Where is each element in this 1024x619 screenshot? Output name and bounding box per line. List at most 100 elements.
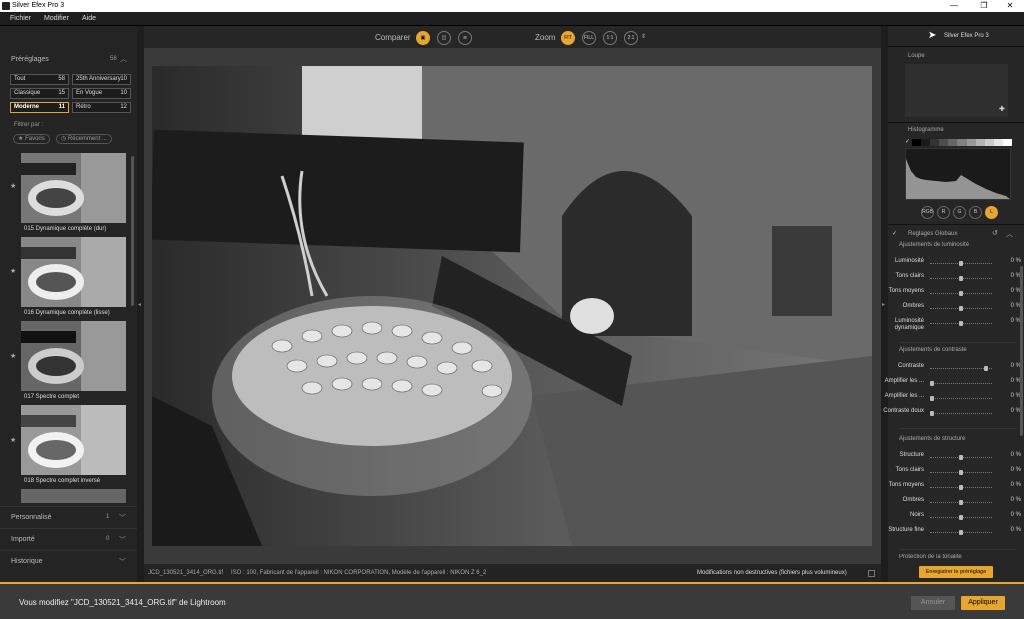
apply-button[interactable]: Appliquer (961, 596, 1005, 610)
pin-icon[interactable]: ✚ (999, 105, 1005, 113)
thumbnail-image (21, 153, 126, 223)
slider-amplifier-blancs[interactable]: Amplifier les ... 0 % (885, 378, 1024, 390)
histogram-view (905, 148, 1011, 200)
zoom-fill-button[interactable]: FILL (582, 31, 596, 45)
zoom-stepper-icon[interactable]: ⇕ (641, 33, 646, 40)
menu-bar: Fichier Modifier Aide (0, 12, 1024, 26)
star-icon: ★ (18, 136, 24, 142)
preset-label[interactable]: 016 Dynamique complète (lisse) (24, 310, 110, 316)
slider-structure-fine[interactable]: Structure fine 0 % (888, 527, 1024, 539)
compare-side-button[interactable]: ◫ (437, 31, 451, 45)
channel-b-button[interactable]: B (969, 206, 982, 219)
expand-imported-icon[interactable]: ﹀ (119, 535, 126, 545)
loupe-title: Loupe (908, 53, 925, 59)
collapse-presets-icon[interactable]: ︿ (120, 54, 127, 64)
global-enable-check-icon[interactable]: ✓ (892, 230, 897, 237)
cancel-button[interactable]: Annuler (911, 596, 955, 610)
thumbnail-image (21, 237, 126, 307)
histogram-graph (906, 159, 1010, 199)
save-preset-button[interactable]: Enregistrer le préréglage (919, 566, 993, 578)
slider-structure-tons-moyens[interactable]: Tons moyens 0 % (888, 482, 1024, 494)
preset-category-moderne[interactable]: Moderne 11 (10, 102, 69, 113)
right-panel: ➤ Silver Efex Pro 3 Loupe ✚ Histogramme … (883, 26, 1024, 582)
clock-icon: ◷ (61, 136, 67, 142)
slider-luminosite[interactable]: Luminosité 0 % (888, 258, 1024, 270)
divider (888, 122, 1024, 123)
preset-category-25th[interactable]: 25th Anniversary 10 (72, 74, 131, 85)
channel-g-button[interactable]: G (953, 206, 966, 219)
divider (888, 224, 1024, 225)
preset-thumbnail[interactable] (21, 405, 126, 475)
maximize-icon[interactable]: ❐ (970, 0, 998, 12)
favorite-star-icon[interactable]: ★ (10, 182, 16, 190)
history-title[interactable]: Historique (11, 558, 43, 565)
preset-list-scrollbar[interactable] (131, 156, 134, 306)
menu-aide[interactable]: Aide (82, 15, 96, 22)
channel-rgb-button[interactable]: RGB (921, 206, 934, 219)
divider (899, 428, 1017, 429)
nondestructive-label: Modifications non destructives (fichiers… (697, 570, 847, 576)
minimize-icon[interactable]: — (940, 0, 968, 12)
preset-thumbnail[interactable] (21, 153, 126, 223)
slider-structure[interactable]: Structure 0 % (888, 452, 1024, 464)
slider-tons-clairs[interactable]: Tons clairs 0 % (888, 273, 1024, 285)
arrow-left-icon[interactable]: ◂ (138, 301, 141, 308)
menu-modifier[interactable]: Modifier (44, 15, 69, 22)
slider-tons-moyens[interactable]: Tons moyens 0 % (888, 288, 1024, 300)
image-metadata: ISO : 100, Fabricant de l'appareil : NIK… (231, 570, 487, 576)
loupe-view (905, 64, 1008, 117)
preset-label[interactable]: 017 Spectre complet (24, 394, 79, 400)
channel-l-button[interactable]: L (985, 206, 998, 219)
left-panel-toggle[interactable]: ◂ (137, 26, 144, 582)
collapse-global-icon[interactable]: ︿ (1006, 229, 1013, 239)
tonal-zone-swatches[interactable] (912, 139, 1013, 146)
slider-luminosite-dynamique[interactable]: Luminosité dynamique 0 % (888, 318, 1024, 336)
expand-history-icon[interactable]: ﹀ (119, 557, 126, 567)
preset-category-classique[interactable]: Classique 15 (10, 88, 69, 99)
zoom-1-1-button[interactable]: 1:1 (603, 31, 617, 45)
slider-contraste-doux[interactable]: Contraste doux 0 % (883, 408, 1024, 420)
thumbnail-image (21, 321, 126, 391)
filter-recent[interactable]: ◷ Récemment ... (56, 134, 112, 144)
imported-title[interactable]: Importé (11, 536, 35, 543)
brand-name: Silver Efex Pro 3 (944, 33, 989, 39)
preset-category-retro[interactable]: Rétro 12 (72, 102, 131, 113)
menu-fichier[interactable]: Fichier (10, 15, 31, 22)
preset-category-envogue[interactable]: En Vogue 10 (72, 88, 131, 99)
zoom-label: Zoom (535, 33, 556, 42)
slider-amplifier-noirs[interactable]: Amplifier les ... 0 % (885, 393, 1024, 405)
image-canvas[interactable] (144, 48, 881, 564)
nondestructive-checkbox[interactable] (868, 570, 875, 577)
adjustments-scrollbar[interactable] (1020, 266, 1023, 436)
preset-thumbnail[interactable] (21, 321, 126, 391)
custom-count: 1 (106, 514, 110, 520)
compare-toggle-button[interactable]: ≋ (458, 31, 472, 45)
preset-label[interactable]: 015 Dynamique complète (dur) (24, 226, 106, 232)
slider-ombres[interactable]: Ombres 0 % (888, 303, 1024, 315)
favorite-star-icon[interactable]: ★ (10, 436, 16, 444)
zoom-fit-button[interactable]: FIT (561, 31, 575, 45)
preset-label[interactable]: 018 Spectre complet inversé (24, 478, 100, 484)
channel-r-button[interactable]: R (937, 206, 950, 219)
slider-structure-ombres[interactable]: Ombres 0 % (888, 497, 1024, 509)
preview-image[interactable] (152, 66, 872, 546)
expand-custom-icon[interactable]: ﹀ (119, 513, 126, 523)
reset-icon[interactable]: ↺ (992, 229, 998, 237)
favorite-star-icon[interactable]: ★ (10, 352, 16, 360)
preset-category-tout[interactable]: Tout 58 (10, 74, 69, 85)
thumbnail-image (21, 405, 126, 475)
slider-contraste[interactable]: Contraste 0 % (888, 363, 1024, 375)
preset-thumbnail[interactable] (21, 237, 126, 307)
compare-split-button[interactable]: ▣ (416, 31, 430, 45)
slider-structure-noirs[interactable]: Noirs 0 % (888, 512, 1024, 524)
global-adjustments-title: Reglages Globaux (908, 231, 958, 237)
window-title: Silver Efex Pro 3 (12, 2, 65, 9)
close-icon[interactable]: ✕ (996, 0, 1024, 12)
preset-thumbnail[interactable] (21, 489, 126, 503)
imported-count: 0 (106, 536, 110, 542)
custom-title[interactable]: Personnalisé (11, 514, 51, 521)
favorite-star-icon[interactable]: ★ (10, 267, 16, 275)
zoom-2-1-button[interactable]: 2:1 (624, 31, 638, 45)
slider-structure-tons-clairs[interactable]: Tons clairs 0 % (888, 467, 1024, 479)
filter-favorites[interactable]: ★ Favoris (13, 134, 50, 144)
